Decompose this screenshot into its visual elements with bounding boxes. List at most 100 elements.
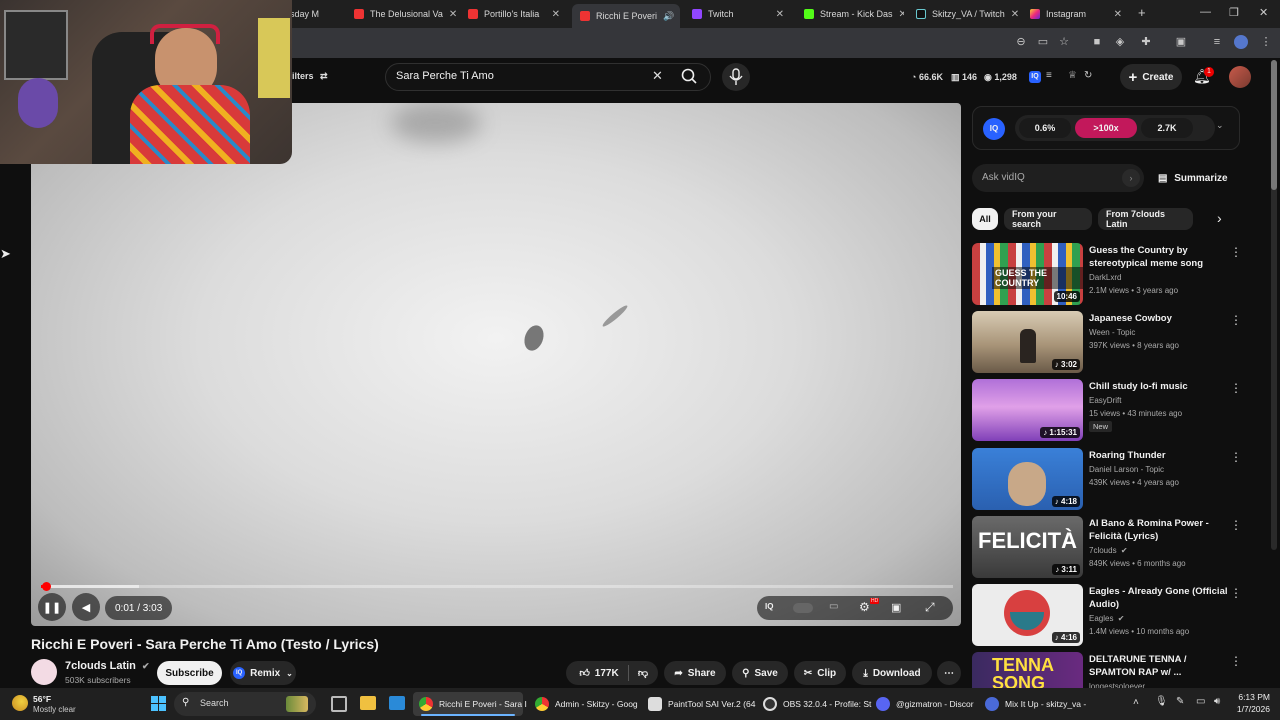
tab-3[interactable]: Portillo's Italia ✕ [460, 4, 568, 24]
clear-search-icon[interactable]: ✕ [652, 68, 663, 84]
more-actions-button[interactable]: ⋯ [937, 661, 961, 685]
menu-dots-icon[interactable]: ⋮ [1259, 35, 1273, 49]
video-thumbnail[interactable]: ♪ 4:18 [972, 448, 1083, 510]
store-icon[interactable] [389, 696, 405, 710]
tab-2[interactable]: The Delusional Va ✕ [346, 4, 458, 24]
chip-from-search[interactable]: From your search [1004, 208, 1092, 230]
vidiq-score-views[interactable]: 2.7K [1141, 118, 1193, 138]
more-vert-icon[interactable]: ⋮ [1230, 450, 1242, 464]
download-button[interactable]: ⤓ Download [852, 661, 932, 685]
chevron-up-icon[interactable]: ˄ [1133, 697, 1139, 708]
search-input[interactable]: Sara Perche Ti Amo ✕ [385, 63, 711, 91]
recommendation-item[interactable]: TENNA SONG DELTARUNE TENNA / SPAMTON RAP… [972, 652, 1262, 688]
bookmark-star-icon[interactable]: ☆ [1057, 35, 1071, 49]
cast-icon[interactable]: ▭ [1036, 35, 1050, 49]
save-button[interactable]: ⚲ Save [732, 661, 788, 685]
list-icon[interactable]: ≡ [1046, 70, 1052, 81]
settings-gear-icon[interactable]: ⚙ [859, 600, 870, 614]
network-icon[interactable]: ▭ [1196, 696, 1205, 707]
chip-all[interactable]: All [972, 208, 998, 230]
tab-5[interactable]: Twitch ✕ [684, 4, 792, 24]
close-icon[interactable]: ✕ [443, 9, 457, 20]
progress-bar[interactable] [41, 582, 953, 591]
trophy-icon[interactable]: ♕ [1068, 70, 1077, 81]
recommendation-channel[interactable]: Eagles ✔ [1089, 614, 1124, 623]
close-icon[interactable]: ✕ [1108, 9, 1122, 20]
video-thumbnail[interactable]: ♪ 4:16 [972, 584, 1083, 646]
recommendation-title[interactable]: Eagles - Already Gone (Official Audio) [1089, 585, 1229, 611]
close-icon[interactable]: ✕ [893, 9, 904, 20]
recommendation-item[interactable]: FELICITÀ ♪ 3:11 Al Bano & Romina Power -… [972, 516, 1262, 580]
vidiq-score-engagement[interactable]: 0.6% [1019, 118, 1071, 138]
ask-vidiq-input[interactable]: Ask vidIQ › [972, 164, 1144, 192]
install-icon[interactable]: ⊖ [1014, 35, 1028, 49]
close-icon[interactable]: ✕ [546, 9, 560, 20]
speaker-icon[interactable]: 🔊 [663, 11, 674, 22]
filters-button[interactable]: ilters ⇄ [292, 71, 328, 82]
subscribe-button[interactable]: Subscribe [157, 661, 222, 685]
chevron-down-icon[interactable]: ⌄ [1216, 120, 1224, 131]
video-thumbnail[interactable]: GUESS THE COUNTRY 10:46 [972, 243, 1083, 305]
new-tab-button[interactable]: + [1138, 5, 1146, 20]
taskbar-app-discord[interactable]: @gizmatron - Discor [870, 692, 974, 716]
autoplay-toggle[interactable] [793, 603, 813, 613]
like-button[interactable]: 👍︎ 177K [572, 667, 626, 680]
recommendation-title[interactable]: Chill study lo-fi music [1089, 380, 1229, 393]
video-thumbnail[interactable]: TENNA SONG [972, 652, 1083, 688]
remix-button[interactable]: IQ Remix ⌄ [230, 661, 296, 685]
more-vert-icon[interactable]: ⋮ [1230, 245, 1242, 259]
tab-6[interactable]: Stream - Kick Das ✕ [796, 4, 904, 24]
scrubber-handle[interactable] [42, 582, 52, 591]
video-thumbnail[interactable]: ♪ 1:15:31 [972, 379, 1083, 441]
recommendation-title[interactable]: Roaring Thunder [1089, 449, 1229, 462]
vidiq-icon[interactable]: IQ [1029, 71, 1041, 83]
task-view-icon[interactable] [331, 696, 347, 712]
close-icon[interactable]: ✕ [770, 9, 784, 20]
file-explorer-icon[interactable] [360, 696, 376, 710]
taskbar-app-mixitup[interactable]: Mix It Up - skitzy_va - [979, 692, 1089, 716]
scrollbar-thumb[interactable] [1271, 60, 1277, 190]
mute-button[interactable]: ◀ [72, 593, 100, 621]
channel-avatar[interactable] [31, 659, 57, 685]
taskbar-search[interactable]: ⚲ Search [174, 692, 316, 716]
weather-desc[interactable]: Mostly clear [33, 705, 76, 714]
clip-button[interactable]: ✂ Clip [794, 661, 846, 685]
more-vert-icon[interactable]: ⋮ [1230, 518, 1242, 532]
dislike-button[interactable]: 👎︎ [632, 667, 654, 679]
refresh-icon[interactable]: ↻ [1084, 70, 1092, 81]
more-vert-icon[interactable]: ⋮ [1230, 313, 1242, 327]
sidebar-icon[interactable]: ▣ [1174, 35, 1188, 49]
more-vert-icon[interactable]: ⋮ [1230, 654, 1242, 668]
minimize-icon[interactable]: — [1200, 6, 1211, 18]
miniplayer-icon[interactable]: ▣ [891, 601, 901, 614]
recommendation-channel[interactable]: DarkLxrd [1089, 273, 1121, 282]
recommendation-item[interactable]: ♪ 4:16 Eagles - Already Gone (Official A… [972, 584, 1262, 648]
pen-icon[interactable]: ✎ [1176, 696, 1184, 707]
taskbar-app-obs[interactable]: OBS 32.0.4 - Profile: St [757, 692, 871, 716]
puzzle-icon[interactable]: ✚ [1139, 35, 1153, 49]
vidiq-score-outlier[interactable]: >100x [1075, 118, 1137, 138]
create-button[interactable]: + Create [1120, 64, 1182, 90]
clock-time[interactable]: 6:13 PM [1236, 692, 1270, 702]
subtitles-icon[interactable]: ▭ [829, 601, 838, 612]
video-player[interactable]: ❚❚ ◀ 0:01 / 3:03 IQ ▭ ⚙ HD ▣ ⤢ [31, 103, 961, 626]
channel-name[interactable]: 7clouds Latin ✔ [65, 660, 150, 672]
taskbar-app-painttool[interactable]: PaintTool SAI Ver.2 (64 [642, 692, 755, 716]
recommendation-item[interactable]: ♪ 4:18 Roaring Thunder Daniel Larson - T… [972, 448, 1262, 512]
media-icon[interactable]: ≡ [1210, 35, 1224, 49]
voice-search-button[interactable] [722, 63, 750, 91]
clock-date[interactable]: 1/7/2026 [1228, 704, 1270, 714]
tab-7[interactable]: Skitzy_VA / Twitch ✕ [908, 4, 1020, 24]
speaker-icon[interactable]: 🔊︎ [1214, 696, 1220, 707]
recommendation-title[interactable]: Al Bano & Romina Power - Felicità (Lyric… [1089, 517, 1229, 543]
close-window-icon[interactable]: ✕ [1259, 6, 1268, 19]
recommendation-item[interactable]: GUESS THE COUNTRY 10:46 Guess the Countr… [972, 243, 1262, 307]
recommendation-item[interactable]: ♪ 1:15:31 Chill study lo-fi music EasyDr… [972, 379, 1262, 443]
recommendation-item[interactable]: ♪ 3:02 Japanese Cowboy Ween - Topic 397K… [972, 311, 1262, 375]
tab-8[interactable]: Instagram ✕ [1022, 4, 1130, 24]
weather-temp[interactable]: 56°F [33, 694, 51, 704]
microphone-tray-icon[interactable]: 🎙︎ [1155, 696, 1168, 707]
chip-from-channel[interactable]: From 7clouds Latin [1098, 208, 1193, 230]
tab-active[interactable]: Ricchi E Poveri 🔊 ✕ [572, 4, 680, 28]
send-arrow-icon[interactable]: › [1122, 169, 1140, 187]
